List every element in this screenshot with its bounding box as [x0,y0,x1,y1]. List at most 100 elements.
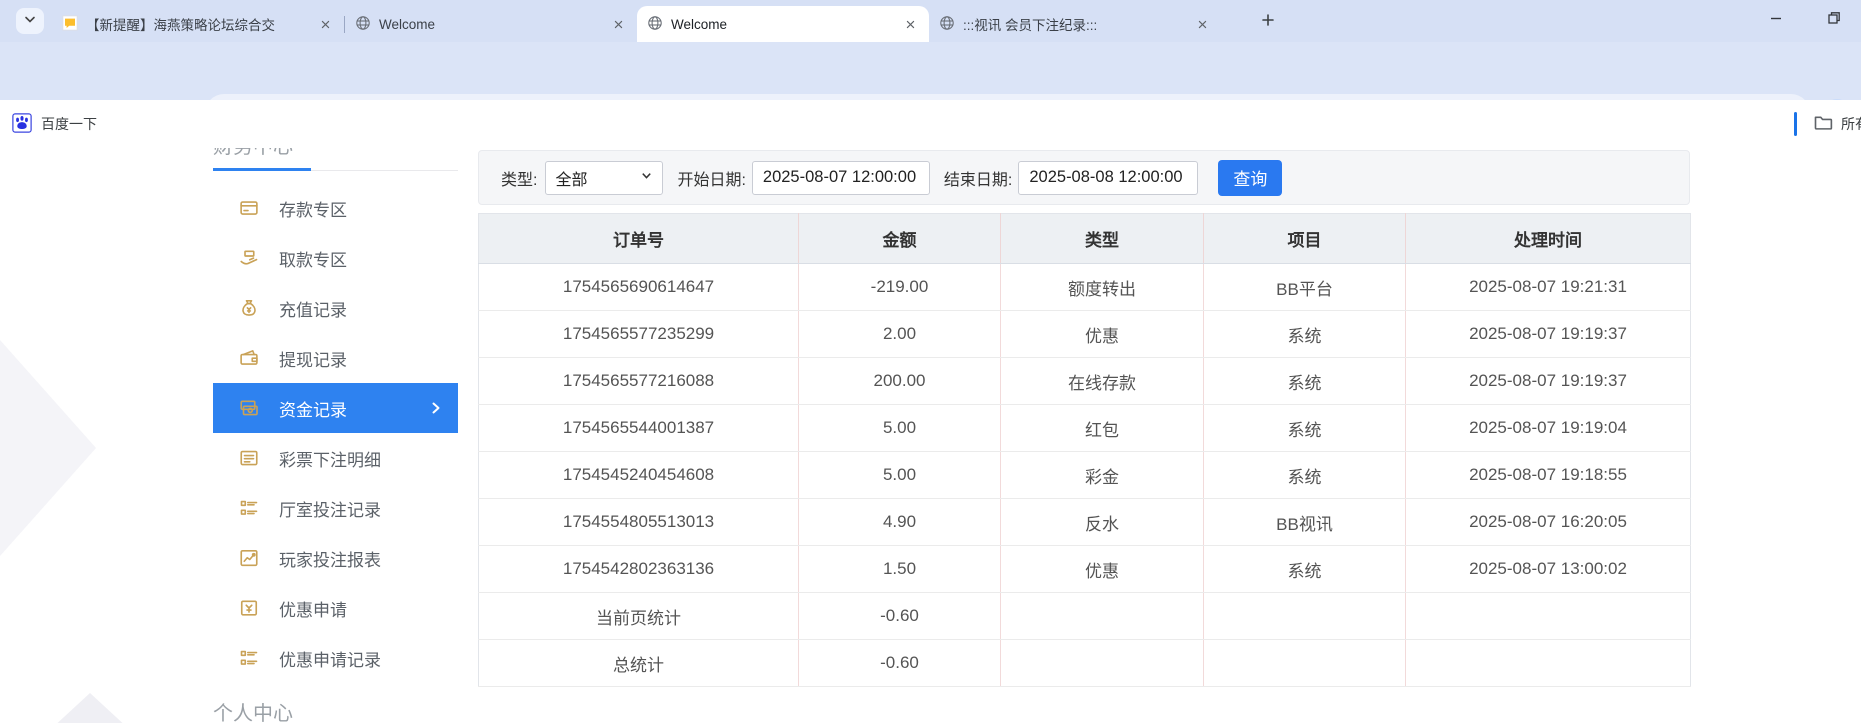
table-row: 1754554805513013 4.90 反水 BB视讯 2025-08-07 16:… [478,498,1691,546]
tab-close-icon[interactable] [316,15,334,33]
bookmark-baidu[interactable]: 百度一下 [12,112,97,136]
cell-order-no: 1754565577235299 [478,310,799,358]
cell-type [1000,639,1204,687]
column-header-process-time: 处理时间 [1405,213,1691,264]
background-triangle-decoration [0,340,96,556]
start-date-label: 开始日期: [677,171,746,189]
type-select[interactable]: 全部 [545,160,664,195]
table-row: 1754565544001387 5.00 红包 系统 2025-08-07 19:19… [478,404,1691,452]
sidebar-item-label: 厅室投注记录 [279,500,381,520]
summary-row-total: 总统计 -0.60 [478,639,1691,687]
filter-panel: 类型: 全部 开始日期: 结束日期: 查询 [478,150,1690,205]
listcheck-icon [239,648,259,668]
sidebar-item-recharge-records[interactable]: 充值记录 [213,283,458,333]
tab-close-icon[interactable] [901,15,919,33]
cell-process-time [1405,592,1691,640]
browser-tab-welcome-2[interactable]: Welcome [637,6,929,42]
type-select-value: 全部 [555,171,588,189]
sidebar-item-withdraw-zone[interactable]: 取款专区 [213,233,458,283]
sidebar-item-funds-records[interactable]: 资金记录 [213,383,458,433]
cell-order-no: 1754542802363136 [478,545,799,593]
start-date-input[interactable] [751,160,930,195]
cell-type: 额度转出 [1000,263,1204,311]
wallet-icon [239,348,259,368]
tab-title: :::视讯 会员下注纪录::: [963,18,1098,33]
cell-amount: -0.60 [798,639,1001,687]
sidebar-item-label: 优惠申请 [279,600,347,620]
folder-icon[interactable] [1813,112,1833,137]
cell-process-time: 2025-08-07 13:00:02 [1405,545,1691,593]
minimize-button[interactable] [1758,6,1794,34]
cell-type: 优惠 [1000,545,1204,593]
type-label: 类型: [501,171,538,189]
cell-process-time: 2025-08-07 19:21:31 [1405,263,1691,311]
cell-amount: 2.00 [798,310,1001,358]
summary-row-current-page: 当前页统计 -0.60 [478,592,1691,640]
cell-process-time: 2025-08-07 19:19:04 [1405,404,1691,452]
tab-close-icon[interactable] [1193,15,1211,33]
browser-tabs: 【新提醒】海燕策略论坛综合交 Welcome Welcome:::视讯 会员下注纪录… [52,6,1221,42]
cell-order-no: 1754545240454608 [478,451,799,499]
table-row: 1754565577235299 2.00 优惠 系统 2025-08-07 19:19… [478,310,1691,358]
sidebar-item-deposit-zone[interactable]: 存款专区 [213,183,458,233]
globe-favicon-icon [939,15,955,34]
cell-project: BB平台 [1203,263,1406,311]
sidebar-item-promo-apply[interactable]: 优惠申请 [213,583,458,633]
cell-type: 优惠 [1000,310,1204,358]
sidebar-item-withdrawal-records[interactable]: 提现记录 [213,333,458,383]
cell-amount: 4.90 [798,498,1001,546]
cell-project [1203,639,1406,687]
bag-icon [239,298,259,318]
cell-amount: 1.50 [798,545,1001,593]
restore-button[interactable] [1816,6,1852,34]
all-bookmarks-label[interactable]: 所有 [1841,114,1861,134]
tab-search-button[interactable] [16,8,44,34]
browser-tab-forum[interactable]: 【新提醒】海燕策略论坛综合交 [52,6,344,42]
cell-type: 反水 [1000,498,1204,546]
column-header-type: 类型 [1000,213,1204,264]
cell-order-no: 1754554805513013 [478,498,799,546]
column-header-project: 项目 [1203,213,1406,264]
select-caret-icon [640,169,653,187]
bookmarks-divider [1794,112,1797,136]
cell-project: 系统 [1203,357,1406,405]
chart-icon [239,548,259,568]
plus-icon [1260,12,1276,33]
tab-title: 【新提醒】海燕策略论坛综合交 [86,18,275,33]
chevron-down-icon [22,11,38,32]
cell-type [1000,592,1204,640]
page-content: 财务中心 存款专区取款专区充值记录提现记录资金记录彩票下注明细厅室投注记录玩家投… [0,148,1861,723]
cell-project [1203,592,1406,640]
table-row: 1754542802363136 1.50 优惠 系统 2025-08-07 13:00… [478,545,1691,593]
cell-project: 系统 [1203,545,1406,593]
cell-project: 系统 [1203,404,1406,452]
background-triangle-decoration-bottom [0,693,220,723]
query-button[interactable]: 查询 [1218,159,1283,196]
tab-close-icon[interactable] [609,15,627,33]
sidebar-item-label: 充值记录 [279,300,347,320]
cell-process-time: 2025-08-07 16:20:05 [1405,498,1691,546]
cell-type: 彩金 [1000,451,1204,499]
globe-favicon-icon [647,15,663,34]
tab-title: Welcome [379,16,436,32]
notes-icon [239,398,259,418]
cell-amount: -0.60 [798,592,1001,640]
browser-tab-video-bets[interactable]: :::视讯 会员下注纪录::: [929,6,1221,42]
cell-amount: 5.00 [798,404,1001,452]
sidebar-item-promo-apply-records[interactable]: 优惠申请记录 [213,633,458,683]
end-date-input[interactable] [1018,160,1199,195]
card-icon [239,198,259,218]
sidebar-item-lottery-bet-details[interactable]: 彩票下注明细 [213,433,458,483]
sidebar-heading-underline [213,168,458,171]
sidebar-item-player-bet-report[interactable]: 玩家投注报表 [213,533,458,583]
sidebar-item-label: 取款专区 [279,250,347,270]
minimize-icon [1768,10,1784,31]
tab-strip: 【新提醒】海燕策略论坛综合交 Welcome Welcome:::视讯 会员下注纪录… [0,0,1861,42]
new-tab-button[interactable] [1256,10,1280,34]
hand-icon [239,248,259,268]
browser-tab-welcome-1[interactable]: Welcome [345,6,637,42]
cell-order-no: 总统计 [478,639,799,687]
cell-type: 在线存款 [1000,357,1204,405]
sidebar-item-hall-bet-records[interactable]: 厅室投注记录 [213,483,458,533]
sidebar-item-label: 优惠申请记录 [279,650,381,670]
